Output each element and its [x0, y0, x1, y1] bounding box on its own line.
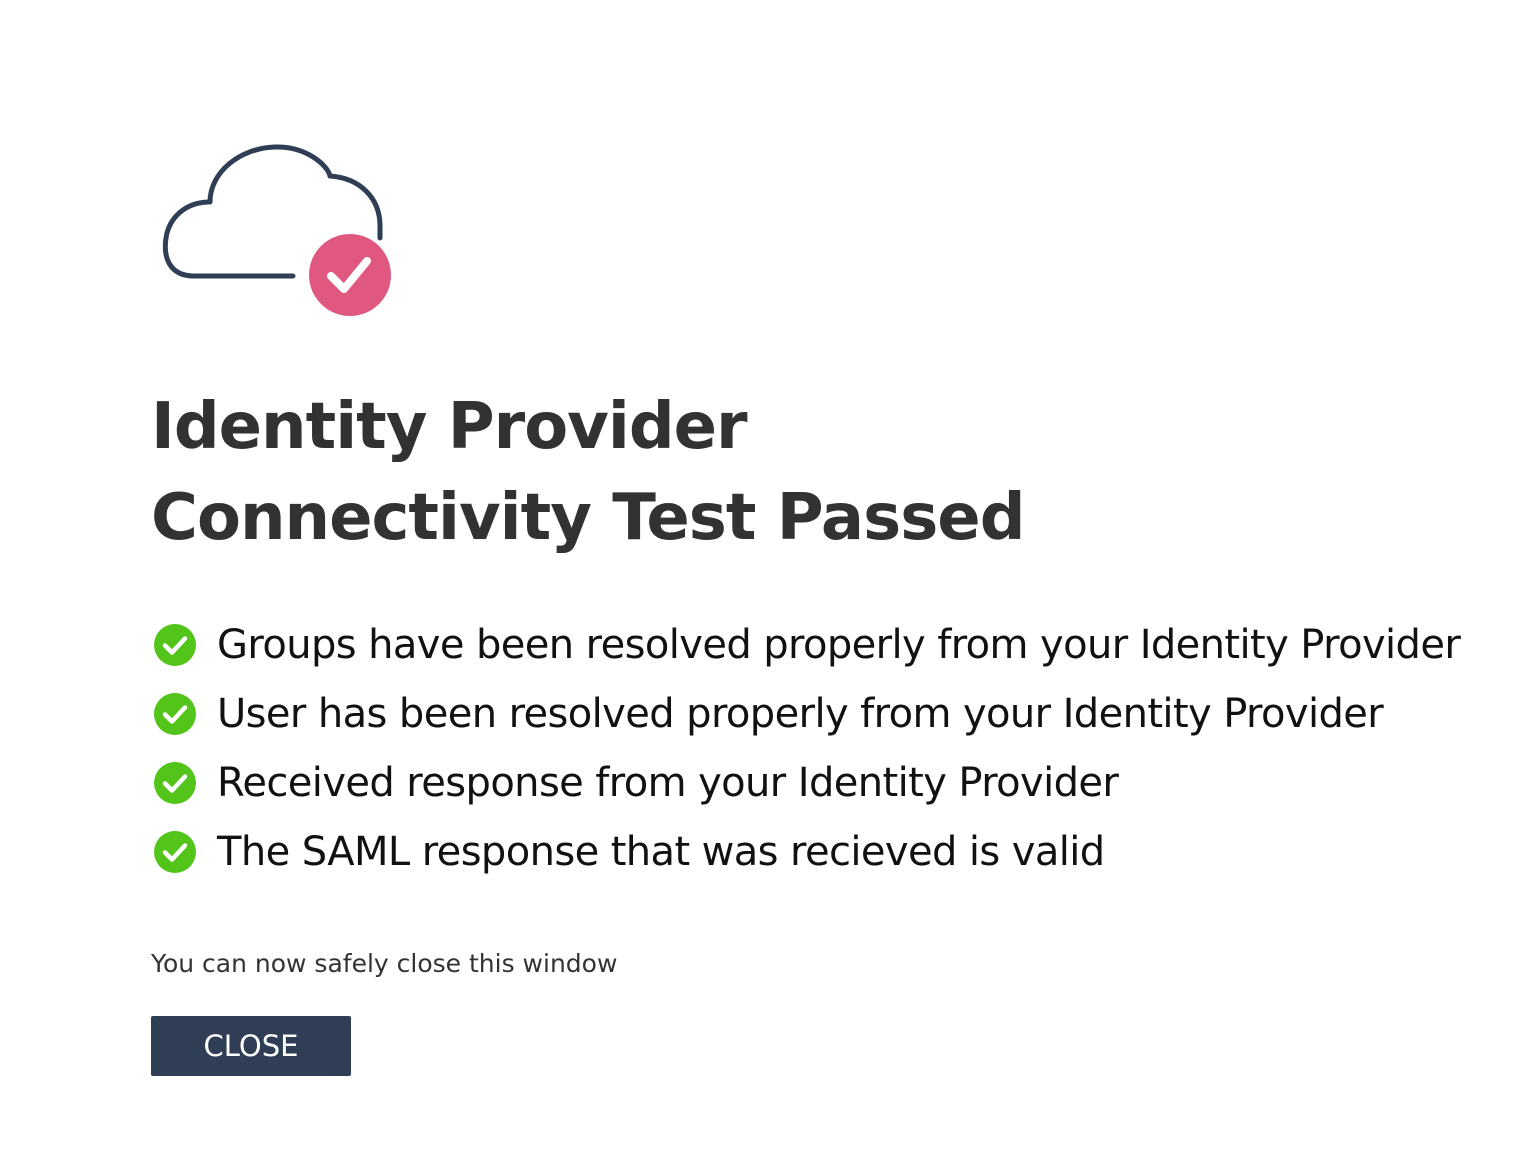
check-circle-icon: [154, 692, 196, 735]
title-line-2: Connectivity Test Passed: [151, 481, 1025, 555]
check-circle-icon: [154, 623, 196, 666]
check-item-text: Groups have been resolved properly from …: [217, 621, 1461, 668]
check-item-text: Received response from your Identity Pro…: [217, 759, 1119, 806]
check-item: Received response from your Identity Pro…: [153, 748, 1460, 817]
check-item: User has been resolved properly from you…: [153, 679, 1460, 748]
check-circle-icon: [154, 761, 196, 804]
check-item: The SAML response that was recieved is v…: [153, 817, 1460, 886]
check-item-text: User has been resolved properly from you…: [217, 690, 1384, 737]
check-circle-icon: [154, 830, 196, 873]
page-title: Identity Provider Connectivity Test Pass…: [151, 382, 1025, 564]
check-item-text: The SAML response that was recieved is v…: [217, 828, 1105, 875]
cloud-check-icon: [160, 140, 396, 320]
check-list: Groups have been resolved properly from …: [153, 610, 1461, 886]
check-item: Groups have been resolved properly from …: [153, 610, 1461, 679]
close-button[interactable]: CLOSE: [151, 1016, 351, 1076]
close-window-note: You can now safely close this window: [151, 949, 618, 978]
title-line-1: Identity Provider: [151, 390, 748, 464]
